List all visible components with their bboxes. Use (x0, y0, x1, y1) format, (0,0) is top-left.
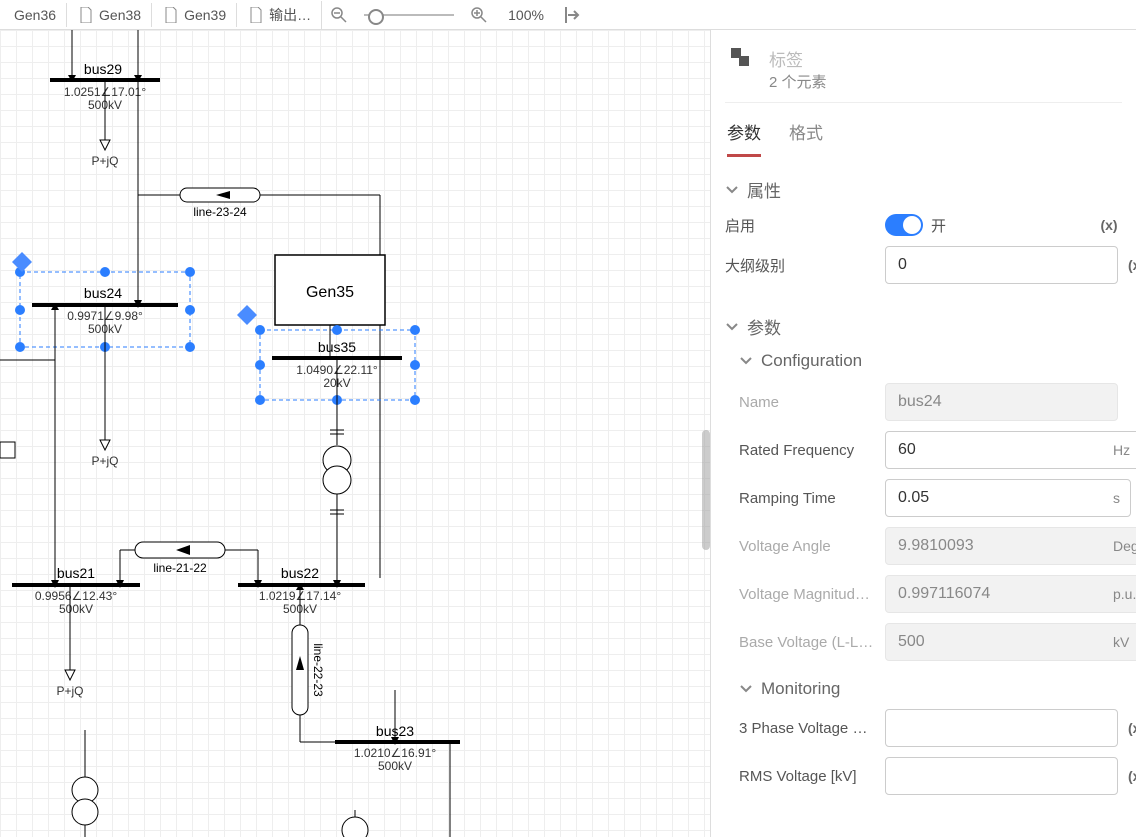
tab-format[interactable]: 格式 (789, 109, 823, 157)
bus23-label: bus23 (376, 723, 414, 739)
tab-gen36[interactable]: Gen36 (4, 3, 67, 27)
diagram-canvas[interactable]: bus29 1.0251∠17.01° 500kV P+jQ line-23-2… (0, 30, 710, 837)
line-21-22-label: line-21-22 (153, 561, 207, 575)
vbase-label: Base Voltage (L-L, … (725, 634, 875, 651)
vmag-unit: p.u. (1113, 586, 1136, 602)
gen35-label: Gen35 (306, 284, 354, 301)
chevron-down-icon (739, 354, 753, 368)
bus29-load: P+jQ (91, 154, 118, 168)
ph3-input[interactable] (896, 718, 1107, 738)
enable-label: 启用 (725, 215, 875, 236)
panel-subtitle: 2 个元素 (769, 71, 827, 92)
name-label: Name (725, 394, 875, 411)
tab-gen38[interactable]: Gen38 (69, 3, 152, 27)
zoom-in-icon (470, 6, 488, 24)
freq-label: Rated Frequency (725, 442, 875, 459)
vang-label: Voltage Angle (725, 538, 875, 555)
fit-button[interactable] (558, 5, 590, 25)
freq-input[interactable] (896, 440, 1107, 460)
bus21-label: bus21 (57, 565, 95, 581)
reset-button[interactable]: (x) (1128, 257, 1136, 273)
panel-title: 标签 (769, 46, 827, 71)
reset-button[interactable]: (x) (1096, 217, 1122, 233)
bus35-label: bus35 (318, 339, 356, 355)
bus22-label: bus22 (281, 565, 319, 581)
outline-input[interactable] (896, 255, 1107, 275)
file-icon (164, 7, 178, 23)
vbase-unit: kV (1113, 634, 1129, 650)
vmag-label: Voltage Magnitude … (725, 586, 875, 603)
ramp-input[interactable] (896, 488, 1107, 508)
zoom-slider[interactable] (364, 14, 454, 16)
chevron-down-icon (739, 682, 753, 696)
multi-select-icon (731, 46, 755, 70)
chevron-down-icon (725, 320, 739, 334)
panel-header: 标签 2 个元素 (725, 30, 1122, 103)
zoom-label: 100% (496, 7, 556, 23)
file-icon (79, 7, 93, 23)
zoom-out-button[interactable] (324, 4, 354, 26)
line-23-24-label: line-23-24 (193, 205, 247, 219)
vang-field (896, 536, 1107, 556)
chevron-down-icon (725, 183, 739, 197)
bus21-load: P+jQ (56, 684, 83, 698)
section-configuration[interactable]: Configuration (739, 351, 1122, 371)
section-monitoring[interactable]: Monitoring (739, 679, 1122, 699)
zoom-out-icon (330, 6, 348, 24)
ramp-unit: s (1113, 490, 1120, 506)
properties-panel: 标签 2 个元素 参数 格式 属性 启用 开 (x) (710, 30, 1136, 837)
rms-label: RMS Voltage [kV] (725, 768, 875, 785)
ramp-label: Ramping Time (725, 490, 875, 507)
tab-parameters[interactable]: 参数 (727, 109, 761, 157)
bus24-label: bus24 (84, 285, 122, 301)
section-params[interactable]: 参数 (725, 314, 1122, 339)
outline-label: 大纲级别 (725, 255, 875, 276)
vmag-field (896, 584, 1107, 604)
zoom-in-button[interactable] (464, 4, 494, 26)
vang-unit: Deg (1113, 538, 1136, 554)
fit-icon (564, 7, 584, 23)
bus29-label: bus29 (84, 61, 122, 77)
file-icon (249, 7, 263, 23)
rms-input[interactable] (896, 766, 1107, 786)
panel-tabs: 参数 格式 (725, 103, 1122, 157)
vbase-field (896, 632, 1107, 652)
freq-unit: Hz (1113, 442, 1130, 458)
bus23-val2: 500kV (378, 759, 412, 773)
reset-button[interactable]: (x) (1128, 720, 1136, 736)
name-field (896, 392, 1107, 412)
ph3-label: 3 Phase Voltage Ve… (725, 720, 875, 737)
bus24-node[interactable]: bus24 0.9971∠9.98° 500kV (12, 252, 195, 352)
bus21-val1: 0.9956∠12.43° (35, 589, 117, 603)
bus21-val2: 500kV (59, 602, 93, 616)
bus23-val1: 1.0210∠16.91° (354, 746, 436, 760)
bus24-load: P+jQ (91, 454, 118, 468)
tab-output[interactable]: 输出… (239, 1, 322, 29)
enable-toggle[interactable]: 开 (885, 214, 946, 236)
reset-button[interactable]: (x) (1128, 768, 1136, 784)
tab-gen39[interactable]: Gen39 (154, 3, 237, 27)
line-22-23-label: line-22-23 (311, 643, 325, 697)
section-attributes[interactable]: 属性 (725, 177, 1122, 202)
toolbar: Gen36 Gen38 Gen39 输出… 100% (0, 0, 1136, 30)
